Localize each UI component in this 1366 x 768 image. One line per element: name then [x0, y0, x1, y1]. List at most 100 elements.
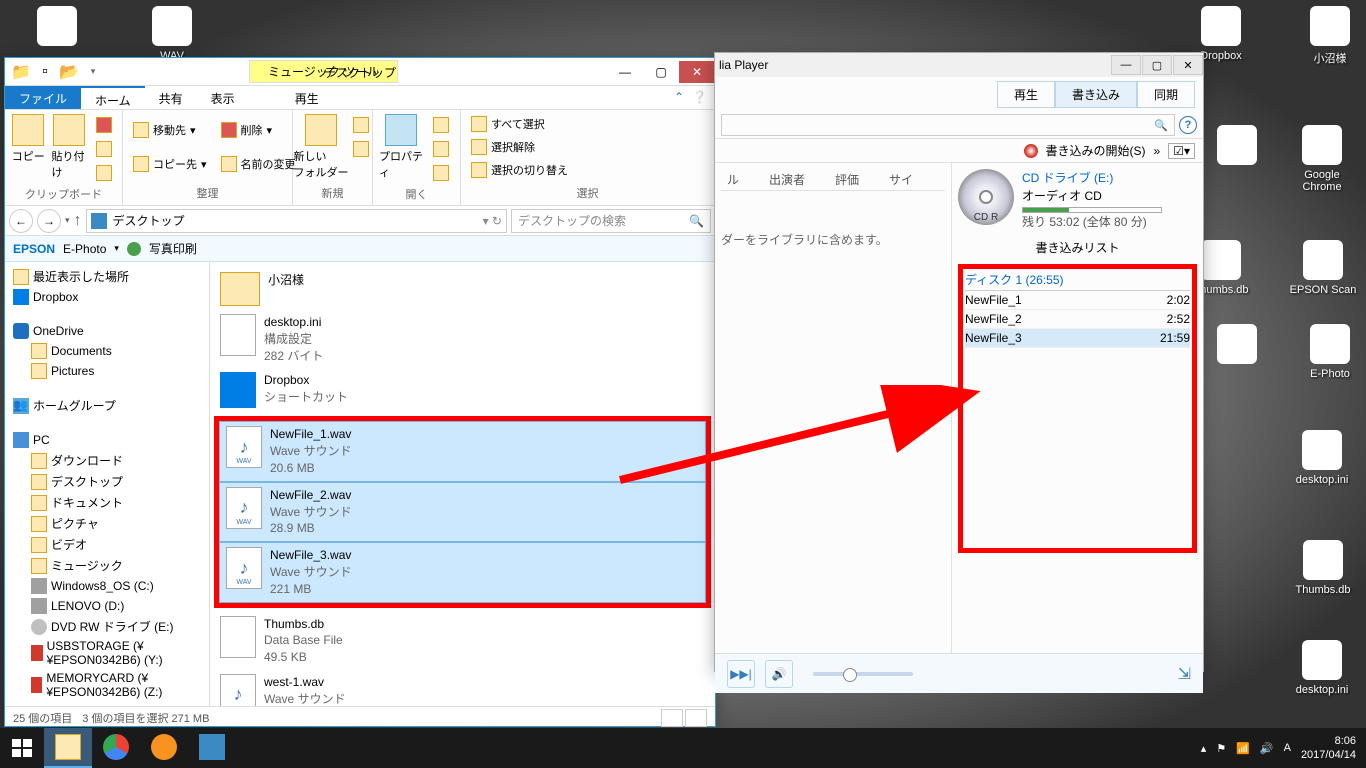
desktop-icon[interactable]: [22, 6, 92, 50]
ribbon-tab-home[interactable]: ホーム: [81, 86, 145, 109]
taskbar-app[interactable]: [188, 728, 236, 768]
wmp-col-rating[interactable]: 評価: [835, 171, 859, 188]
tree-homegroup[interactable]: 👥ホームグループ: [13, 395, 201, 416]
taskbar-chrome[interactable]: [92, 728, 140, 768]
wmp-volume-slider[interactable]: [813, 672, 913, 676]
burn-list-item[interactable]: NewFile_22:52: [965, 310, 1190, 329]
cut-icon[interactable]: [92, 114, 116, 136]
navigation-tree[interactable]: 最近表示した場所 Dropbox OneDrive Documents Pict…: [5, 262, 210, 706]
desktop-icon[interactable]: 小沼様: [1295, 6, 1365, 66]
move-to-button[interactable]: 移動先 ▾: [129, 119, 211, 141]
tray-action-icon[interactable]: ⚑: [1216, 742, 1226, 755]
start-button[interactable]: [0, 728, 44, 768]
select-none-button[interactable]: 選択解除: [467, 137, 572, 158]
burn-list-item[interactable]: NewFile_321:59: [965, 329, 1190, 348]
desktop-icon[interactable]: desktop.ini: [1287, 640, 1357, 696]
file-item[interactable]: NewFile_3.wavWave サウンド221 MB: [219, 542, 706, 602]
help-icon[interactable]: ❔: [692, 90, 707, 105]
ribbon-tab-view[interactable]: 表示: [197, 86, 249, 109]
file-item[interactable]: west-1.wavWave サウンド269 MB: [214, 670, 711, 706]
wmp-maximize-button[interactable]: ▢: [1142, 55, 1172, 75]
rename-button[interactable]: 名前の変更: [217, 153, 300, 175]
file-item[interactable]: NewFile_2.wavWave サウンド28.9 MB: [219, 482, 706, 542]
back-button[interactable]: ←: [9, 209, 33, 233]
new-item-icon[interactable]: [349, 114, 373, 136]
delete-button[interactable]: 削除 ▾: [217, 119, 300, 141]
file-item[interactable]: desktop.ini構成設定282 バイト: [214, 310, 711, 368]
ribbon-tab-share[interactable]: 共有: [145, 86, 197, 109]
copy-path-icon[interactable]: [92, 138, 116, 160]
wmp-volume-button[interactable]: 🔊: [765, 660, 793, 688]
tray-clock[interactable]: 8:06 2017/04/14: [1301, 734, 1356, 763]
desktop-icon[interactable]: Thumbs.db: [1288, 540, 1358, 596]
print-photo-link[interactable]: 写真印刷: [149, 240, 197, 257]
tree-pictures[interactable]: ピクチャ: [31, 513, 201, 534]
wmp-search-input[interactable]: [721, 114, 1175, 136]
desktop-icon[interactable]: Google Chrome: [1287, 125, 1357, 193]
search-input[interactable]: デスクトップの検索 🔍: [511, 209, 711, 233]
tree-videos[interactable]: ビデオ: [31, 534, 201, 555]
wmp-tab-sync[interactable]: 同期: [1137, 81, 1195, 108]
ribbon-tab-play[interactable]: 再生: [281, 86, 333, 109]
new-folder-button[interactable]: 新しい フォルダー: [299, 114, 343, 180]
qat-dropdown-icon[interactable]: ▾: [83, 62, 103, 82]
tree-documents[interactable]: ドキュメント: [31, 492, 201, 513]
tray-lang[interactable]: A: [1284, 742, 1291, 754]
tree-onedrive-documents[interactable]: Documents: [31, 341, 201, 361]
wmp-titlebar[interactable]: lia Player — ▢ ✕: [715, 53, 1203, 77]
burn-disc-header[interactable]: ディスク 1 (26:55): [965, 269, 1190, 291]
wmp-tab-burn[interactable]: 書き込み: [1055, 81, 1137, 108]
tree-drive-e[interactable]: DVD RW ドライブ (E:): [31, 616, 201, 637]
desktop-icon[interactable]: [1202, 324, 1272, 368]
burn-options-button[interactable]: ☑▾: [1168, 143, 1195, 159]
explorer-titlebar[interactable]: 📁 ▫ 📂 ▾ ミュージック ツール デスクトップ — ▢ ✕: [5, 58, 715, 86]
edit-icon[interactable]: [429, 138, 453, 160]
ribbon-collapse-icon[interactable]: ⌃: [674, 90, 684, 105]
start-burn-button[interactable]: 書き込みの開始(S): [1046, 142, 1146, 159]
ephoto-link[interactable]: E-Photo: [63, 242, 106, 256]
wmp-help-button[interactable]: ?: [1179, 116, 1197, 134]
up-button[interactable]: ↑: [74, 212, 82, 230]
tray-volume-icon[interactable]: 🔊: [1260, 742, 1274, 755]
file-list[interactable]: 小沼様desktop.ini構成設定282 バイトDropboxショートカットN…: [210, 262, 715, 706]
maximize-button[interactable]: ▢: [643, 61, 679, 83]
qat-folder-icon[interactable]: 📂: [59, 62, 79, 82]
wmp-col-title[interactable]: ル: [727, 171, 739, 188]
wmp-next-button[interactable]: ▶▶|: [727, 660, 755, 688]
burn-list-item[interactable]: NewFile_12:02: [965, 291, 1190, 310]
invert-selection-button[interactable]: 選択の切り替え: [467, 159, 572, 180]
burn-more-button[interactable]: »: [1154, 144, 1161, 158]
properties-button[interactable]: プロパティ: [379, 114, 423, 180]
wmp-col-artist[interactable]: 出演者: [769, 171, 805, 188]
desktop-icon[interactable]: WAV: [137, 6, 207, 62]
paste-button[interactable]: 貼り付け: [52, 114, 87, 180]
ribbon-tab-file[interactable]: ファイル: [5, 86, 81, 109]
close-button[interactable]: ✕: [679, 61, 715, 83]
paste-shortcut-icon[interactable]: [92, 162, 116, 184]
window-icon[interactable]: 📁: [11, 62, 31, 82]
tree-onedrive-pictures[interactable]: Pictures: [31, 361, 201, 381]
copy-button[interactable]: コピー: [11, 114, 46, 164]
tree-drive-y[interactable]: USBSTORAGE (¥¥EPSON0342B6) (Y:): [31, 637, 201, 669]
wmp-col-size[interactable]: サイ: [889, 171, 913, 188]
tray-network-icon[interactable]: 📶: [1236, 742, 1250, 755]
details-view-button[interactable]: [661, 709, 683, 727]
tree-dropbox[interactable]: Dropbox: [13, 287, 201, 307]
tree-recent[interactable]: 最近表示した場所: [13, 266, 201, 287]
select-all-button[interactable]: すべて選択: [467, 114, 572, 135]
tree-drive-z[interactable]: MEMORYCARD (¥¥EPSON0342B6) (Z:): [31, 669, 201, 701]
wmp-switch-view-button[interactable]: ⇲: [1178, 664, 1191, 684]
file-item[interactable]: Dropboxショートカット: [214, 368, 711, 412]
file-item[interactable]: Thumbs.dbData Base File49.5 KB: [214, 612, 711, 670]
address-bar[interactable]: デスクトップ ▾ ↻: [86, 209, 507, 233]
recent-locations-icon[interactable]: ▾: [65, 215, 70, 226]
tree-desktop[interactable]: デスクトップ: [31, 471, 201, 492]
tree-onedrive[interactable]: OneDrive: [13, 321, 201, 341]
desktop-icon[interactable]: E-Photo: [1295, 324, 1365, 380]
easy-access-icon[interactable]: [349, 138, 373, 160]
copy-to-button[interactable]: コピー先 ▾: [129, 153, 211, 175]
cd-drive-link[interactable]: CD ドライブ (E:): [1022, 169, 1162, 187]
open-icon[interactable]: [429, 114, 453, 136]
desktop-icon[interactable]: [1202, 125, 1272, 169]
epson-dropdown-icon[interactable]: ▾: [114, 243, 119, 254]
